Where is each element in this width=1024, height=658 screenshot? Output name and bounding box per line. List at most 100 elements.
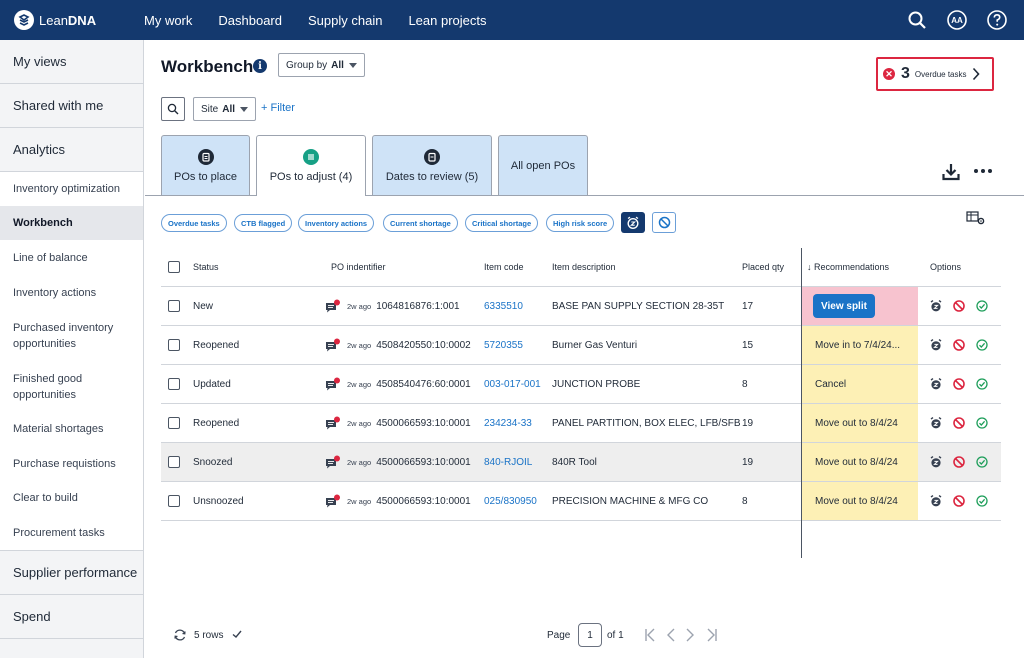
- item-code-link[interactable]: 840-RJOIL: [484, 457, 532, 468]
- column-header-item-description[interactable]: Item description: [552, 248, 616, 286]
- user-avatar-icon[interactable]: AA: [946, 9, 968, 31]
- snooze-clock-icon[interactable]: [929, 455, 943, 469]
- chip-overdue-tasks[interactable]: Overdue tasks: [161, 214, 227, 232]
- snooze-filter-button[interactable]: [621, 212, 645, 233]
- table-row[interactable]: Updated 2w ago 4508540476:60:0001 003-017-0…: [161, 365, 1001, 404]
- row-checkbox[interactable]: [168, 417, 180, 429]
- table-row[interactable]: Snoozed 2w ago 4500066593:10:0001 840-RJOIL…: [161, 443, 1001, 482]
- tab-dates-to-review[interactable]: Dates to review (5): [372, 135, 492, 195]
- sidebar-item-finished-good-opportunities[interactable]: Finished good opportunities: [0, 362, 143, 412]
- check-circle-icon[interactable]: [975, 338, 989, 352]
- block-icon[interactable]: [952, 299, 966, 313]
- column-header-po-identifier[interactable]: PO indentifier: [331, 248, 386, 286]
- recommendation-cell[interactable]: Move out to 8/4/24: [801, 404, 918, 442]
- more-icon[interactable]: [973, 167, 993, 175]
- table-row[interactable]: Unsnoozed 2w ago 4500066593:10:0001 025/830…: [161, 482, 1001, 521]
- chip-high-risk-score[interactable]: High risk score: [546, 214, 615, 232]
- add-filter-button[interactable]: + Filter: [261, 102, 295, 114]
- table-row[interactable]: Reopened 2w ago 4500066593:10:0001 234234-3…: [161, 404, 1001, 443]
- sidebar-analytics[interactable]: Analytics: [0, 128, 143, 172]
- overdue-tasks-button[interactable]: ✕ 3 Overdue tasks: [876, 57, 994, 91]
- next-page-icon[interactable]: [684, 627, 696, 643]
- block-icon[interactable]: [952, 494, 966, 508]
- recommendation-cell[interactable]: Move out to 8/4/24: [801, 482, 918, 520]
- sidebar-item-inventory-optimization[interactable]: Inventory optimization: [0, 172, 143, 206]
- nav-supply-chain[interactable]: Supply chain: [308, 13, 382, 28]
- sidebar-supplier-performance[interactable]: Supplier performance: [0, 551, 143, 595]
- snooze-clock-icon[interactable]: [929, 494, 943, 508]
- block-icon[interactable]: [952, 377, 966, 391]
- row-checkbox[interactable]: [168, 495, 180, 507]
- recommendation-cell[interactable]: Move out to 8/4/24: [801, 443, 918, 481]
- sidebar-item-material-shortages[interactable]: Material shortages: [0, 412, 143, 446]
- info-icon[interactable]: i: [253, 59, 267, 73]
- snooze-clock-icon[interactable]: [929, 338, 943, 352]
- recommendation-cell[interactable]: Move in to 7/4/24...: [801, 326, 918, 364]
- comment-icon[interactable]: [325, 377, 341, 392]
- item-code-link[interactable]: 6335510: [484, 301, 523, 312]
- search-icon[interactable]: [906, 9, 928, 31]
- column-header-placed-qty[interactable]: Placed qty: [742, 248, 784, 286]
- recommendation-cell[interactable]: Cancel: [801, 365, 918, 403]
- block-icon[interactable]: [952, 455, 966, 469]
- item-code-link[interactable]: 5720355: [484, 340, 523, 351]
- snooze-clock-icon[interactable]: [929, 377, 943, 391]
- chip-current-shortage[interactable]: Current shortage: [383, 214, 458, 232]
- sidebar-spend[interactable]: Spend: [0, 595, 143, 639]
- check-circle-icon[interactable]: [975, 377, 989, 391]
- nav-lean-projects[interactable]: Lean projects: [408, 13, 486, 28]
- sidebar-item-procurement-tasks[interactable]: Procurement tasks: [0, 515, 143, 551]
- table-row[interactable]: New 2w ago 1064816876:1:001 6335510 BASE PAN…: [161, 287, 1001, 326]
- comment-icon[interactable]: [325, 299, 341, 314]
- block-icon[interactable]: [952, 416, 966, 430]
- check-circle-icon[interactable]: [975, 494, 989, 508]
- first-page-icon[interactable]: [643, 627, 657, 643]
- site-select[interactable]: Site All: [193, 97, 257, 121]
- row-checkbox[interactable]: [168, 339, 180, 351]
- check-circle-icon[interactable]: [975, 416, 989, 430]
- view-split-button[interactable]: View split: [813, 294, 875, 318]
- sidebar-shared-with-me[interactable]: Shared with me: [0, 84, 143, 128]
- row-checkbox[interactable]: [168, 300, 180, 312]
- snooze-clock-icon[interactable]: [929, 299, 943, 313]
- leandna-logo[interactable]: LeanDNA: [14, 10, 134, 30]
- previous-page-icon[interactable]: [665, 627, 677, 643]
- nav-dashboard[interactable]: Dashboard: [218, 13, 282, 28]
- last-page-icon[interactable]: [705, 627, 719, 643]
- blocked-filter-button[interactable]: [652, 212, 676, 233]
- comment-icon[interactable]: [325, 494, 341, 509]
- comment-icon[interactable]: [325, 455, 341, 470]
- snooze-clock-icon[interactable]: [929, 416, 943, 430]
- nav-my-work[interactable]: My work: [144, 13, 192, 28]
- row-checkbox[interactable]: [168, 378, 180, 390]
- refresh-icon[interactable]: [173, 628, 187, 642]
- select-all-checkbox[interactable]: [168, 261, 180, 273]
- column-header-item-code[interactable]: Item code: [484, 248, 524, 286]
- sidebar-item-clear-to-build[interactable]: Clear to build: [0, 481, 143, 515]
- help-icon[interactable]: [986, 9, 1008, 31]
- tab-all-open-pos[interactable]: All open POs: [498, 135, 588, 195]
- sidebar-item-purchase-requistions[interactable]: Purchase requistions: [0, 446, 143, 481]
- check-circle-icon[interactable]: [975, 455, 989, 469]
- grid-settings-icon[interactable]: [966, 210, 986, 226]
- comment-icon[interactable]: [325, 338, 341, 353]
- block-icon[interactable]: [952, 338, 966, 352]
- sidebar-my-views[interactable]: My views: [0, 40, 143, 84]
- sidebar-item-workbench[interactable]: Workbench: [0, 206, 143, 240]
- column-header-recommendations[interactable]: ↓ Recommendations: [807, 248, 889, 286]
- download-icon[interactable]: [941, 162, 961, 182]
- page-number-input[interactable]: 1: [578, 623, 602, 647]
- comment-icon[interactable]: [325, 416, 341, 431]
- tab-pos-to-adjust[interactable]: POs to adjust (4): [256, 135, 366, 196]
- chip-critical-shortage[interactable]: Critical shortage: [465, 214, 539, 232]
- item-code-link[interactable]: 003-017-001: [484, 379, 541, 390]
- sidebar-item-purchased-inventory-opportunities[interactable]: Purchased inventory opportunities: [0, 310, 143, 362]
- sidebar-item-inventory-actions[interactable]: Inventory actions: [0, 276, 143, 310]
- group-by-select[interactable]: Group by All: [278, 53, 365, 77]
- sidebar-item-line-of-balance[interactable]: Line of balance: [0, 240, 143, 276]
- item-code-link[interactable]: 025/830950: [484, 496, 537, 507]
- tab-pos-to-place[interactable]: POs to place: [161, 135, 250, 195]
- column-header-status[interactable]: Status: [193, 248, 219, 286]
- check-circle-icon[interactable]: [975, 299, 989, 313]
- item-code-link[interactable]: 234234-33: [484, 418, 532, 429]
